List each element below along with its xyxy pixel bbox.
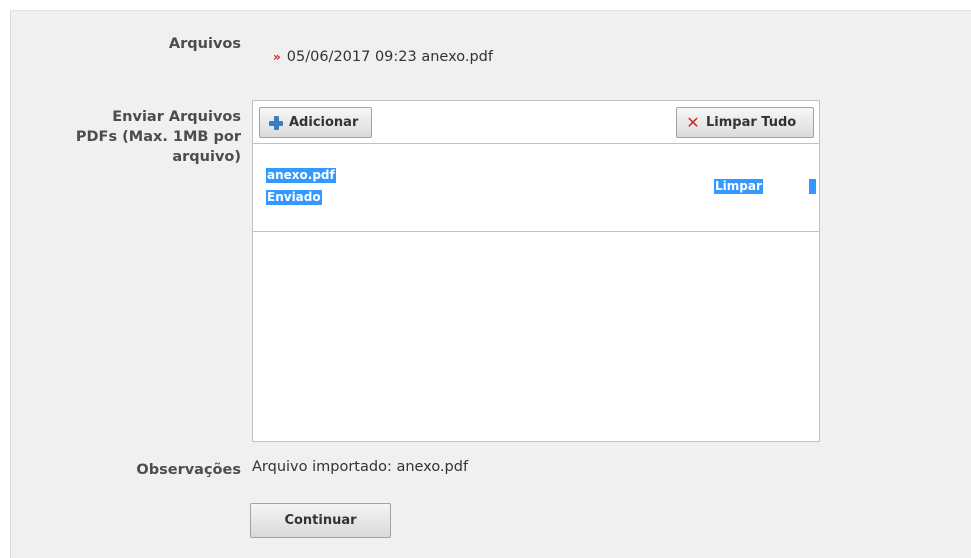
clear-file-link[interactable]: Limpar [714,179,763,194]
close-icon: ✕ [686,112,700,132]
continue-button[interactable]: Continuar [250,503,391,538]
progress-bar [809,179,816,194]
file-entry-text[interactable]: 05/06/2017 09:23 anexo.pdf [287,49,493,65]
clear-all-button-label: Limpar Tudo [706,115,797,130]
add-button-label: Adicionar [289,115,359,130]
file-entry[interactable]: » 05/06/2017 09:23 anexo.pdf [273,47,493,67]
upload-label: Enviar Arquivos PDFs (Max. 1MB por arqui… [41,107,241,167]
notes-label: Observações [136,462,241,478]
notes-value: Arquivo importado: anexo.pdf [252,459,469,475]
uploaded-file-name: anexo.pdf [266,168,336,183]
add-button[interactable]: Adicionar [259,107,372,138]
upload-label-line2: PDFs (Max. 1MB por [75,129,241,145]
clear-all-button[interactable]: ✕ Limpar Tudo [676,107,814,138]
uploader-toolbar: Adicionar ✕ Limpar Tudo [253,101,819,144]
bullet-icon: » [273,50,281,64]
files-label: Arquivos [168,36,241,52]
upload-label-line3: arquivo) [172,149,241,165]
plus-icon [268,115,284,131]
uploader-empty-area [253,233,819,441]
uploaded-file-status: Enviado [266,190,322,205]
uploaded-file-list: anexo.pdf Enviado Limpar [253,145,819,232]
file-uploader: Adicionar ✕ Limpar Tudo anexo.pdf Enviad… [252,100,820,442]
upload-label-line1: Enviar Arquivos [112,109,241,125]
form-panel: Arquivos » 05/06/2017 09:23 anexo.pdf Env… [10,10,971,558]
